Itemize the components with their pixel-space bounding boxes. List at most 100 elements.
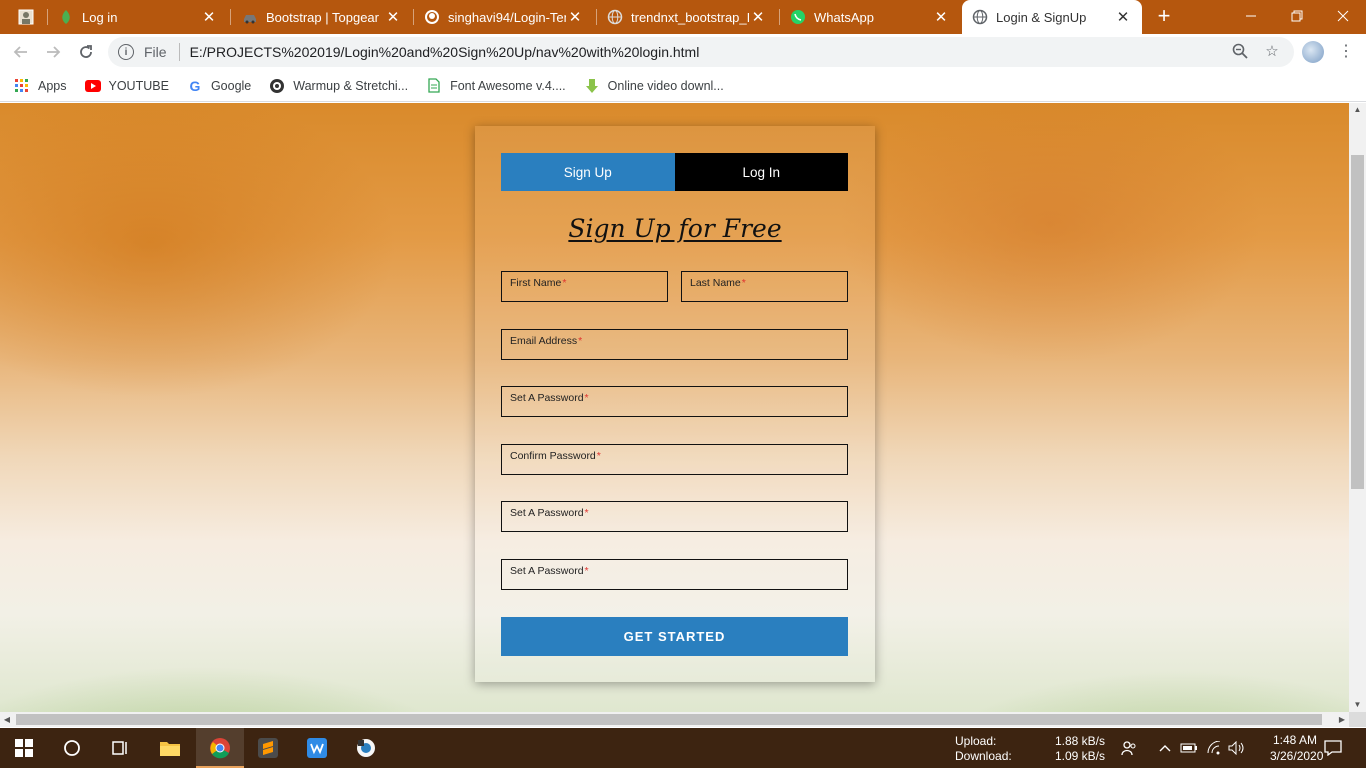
url-text[interactable]: E:/PROJECTS%202019/Login%20and%20Sign%20… xyxy=(190,44,700,60)
close-icon[interactable]: ✕ xyxy=(749,8,767,26)
tab-title: Login & SignUp xyxy=(996,9,1087,25)
info-icon[interactable]: i xyxy=(118,44,134,60)
windows-taskbar: Upload: 1.88 kB/s Download: 1.09 kB/s 1:48… xyxy=(0,728,1366,768)
start-button[interactable] xyxy=(0,728,48,768)
google-icon: G xyxy=(189,77,201,94)
download-icon xyxy=(584,78,600,94)
close-icon[interactable]: ✕ xyxy=(1114,8,1132,26)
back-button[interactable] xyxy=(10,41,32,63)
get-started-button[interactable]: GET STARTED xyxy=(501,617,848,656)
browser-tab-strip: Log in ✕ Bootstrap | Topgear ✕ singhavi9… xyxy=(0,0,1366,34)
sublime-text-icon xyxy=(258,738,278,758)
tab-title: Bootstrap | Topgear xyxy=(266,9,379,25)
chevron-up-icon[interactable] xyxy=(1155,738,1175,758)
close-icon[interactable]: ✕ xyxy=(932,8,950,26)
browser-tab-topgear[interactable]: Bootstrap | Topgear ✕ xyxy=(232,0,412,34)
bookmark-warmup[interactable]: Warmup & Stretchi... xyxy=(269,78,408,94)
bookmark-google[interactable]: G Google xyxy=(187,78,251,94)
search-circle-icon xyxy=(64,740,80,756)
bookmark-font-awesome[interactable]: Font Awesome v.4.... xyxy=(426,78,566,94)
last-name-field[interactable]: Last Name* xyxy=(681,271,848,302)
system-clock[interactable]: 1:48 AM 3/26/2020 xyxy=(1270,732,1324,764)
close-icon[interactable]: ✕ xyxy=(200,8,218,26)
tab-login[interactable]: Log In xyxy=(674,153,848,191)
task-view-icon xyxy=(112,741,127,755)
browser-tab-trendnxt[interactable]: trendnxt_bootstrap_I1 ✕ xyxy=(597,0,777,34)
bookmark-label: YOUTUBE xyxy=(108,78,169,93)
task-view-button[interactable] xyxy=(96,728,144,768)
scroll-up-icon[interactable]: ▲ xyxy=(1349,103,1366,117)
scroll-down-icon[interactable]: ▼ xyxy=(1349,698,1366,712)
zoom-icon[interactable] xyxy=(1231,42,1249,60)
warmup-icon xyxy=(269,78,285,94)
field-label: First Name* xyxy=(510,277,567,289)
tab-signup[interactable]: Sign Up xyxy=(501,153,675,191)
tab-title: singhavi94/Login-Tem xyxy=(448,9,566,25)
browser-tab-github[interactable]: singhavi94/Login-Tem ✕ xyxy=(414,0,594,34)
bookmark-youtube[interactable]: YOUTUBE xyxy=(84,78,169,94)
clock-date: 3/26/2020 xyxy=(1270,749,1324,763)
password-field-2[interactable]: Set A Password* xyxy=(501,501,848,532)
confirm-password-field[interactable]: Confirm Password* xyxy=(501,444,848,475)
scroll-right-icon[interactable]: ▶ xyxy=(1335,712,1349,727)
taskbar-sublime[interactable] xyxy=(244,728,292,768)
windows-logo-icon xyxy=(15,739,33,757)
new-tab-button[interactable]: + xyxy=(1153,5,1175,28)
taskbar-app[interactable] xyxy=(342,728,390,768)
search-button[interactable] xyxy=(48,728,96,768)
horizontal-scrollbar[interactable]: ◀ ▶ xyxy=(0,712,1349,727)
wifi-icon[interactable] xyxy=(1204,738,1224,758)
bookmark-star-icon[interactable]: ☆ xyxy=(1263,42,1281,60)
first-name-field[interactable]: First Name* xyxy=(501,271,668,302)
browser-tab-login[interactable]: Log in ✕ xyxy=(48,0,228,34)
browser-tab-login-signup[interactable]: Login & SignUp ✕ xyxy=(962,0,1142,34)
close-icon[interactable]: ✕ xyxy=(566,8,584,26)
field-label: Set A Password* xyxy=(510,565,589,577)
password-field[interactable]: Set A Password* xyxy=(501,386,848,417)
restore-icon xyxy=(1291,10,1303,22)
browser-tab-whatsapp[interactable]: WhatsApp ✕ xyxy=(780,0,960,34)
close-icon[interactable]: ✕ xyxy=(384,8,402,26)
email-field[interactable]: Email Address* xyxy=(501,329,848,360)
restore-button[interactable] xyxy=(1274,0,1320,32)
battery-icon[interactable] xyxy=(1179,738,1199,758)
taskbar-chrome[interactable] xyxy=(196,728,244,768)
password-field-3[interactable]: Set A Password* xyxy=(501,559,848,590)
volume-icon[interactable] xyxy=(1227,738,1247,758)
notifications-icon[interactable] xyxy=(1323,738,1343,758)
globe-icon xyxy=(972,9,988,25)
profile-avatar[interactable] xyxy=(1302,41,1324,63)
horizontal-scroll-thumb[interactable] xyxy=(16,714,1322,725)
vertical-scroll-thumb[interactable] xyxy=(1351,155,1364,489)
scrollbar-corner xyxy=(1349,712,1366,727)
close-window-button[interactable] xyxy=(1320,0,1366,32)
apps-grid-icon xyxy=(14,78,30,94)
taskbar-wps[interactable] xyxy=(293,728,341,768)
bookmark-label: Online video downl... xyxy=(607,78,724,93)
bookmark-apps[interactable]: Apps xyxy=(14,78,67,94)
field-label: Last Name* xyxy=(690,277,746,289)
taskbar-file-explorer[interactable] xyxy=(146,728,194,768)
vertical-scrollbar[interactable]: ▲ ▼ xyxy=(1349,103,1366,712)
github-icon xyxy=(424,9,440,25)
field-label: Email Address* xyxy=(510,335,583,347)
people-icon[interactable] xyxy=(1119,738,1139,758)
browser-tab-profile[interactable] xyxy=(8,0,46,34)
tab-title: trendnxt_bootstrap_I1 xyxy=(631,9,749,25)
reload-button[interactable] xyxy=(75,41,97,63)
bookmark-label: Warmup & Stretchi... xyxy=(293,78,409,93)
bookmark-video-downloader[interactable]: Online video downl... xyxy=(584,78,724,94)
leaf-icon xyxy=(58,9,74,25)
reload-icon xyxy=(80,45,92,58)
download-label: Download: xyxy=(955,749,1012,763)
address-bar[interactable]: i File E:/PROJECTS%202019/Login%20and%20… xyxy=(108,37,1294,67)
forward-button[interactable] xyxy=(42,41,64,63)
bookmark-label: Apps xyxy=(38,78,67,93)
signup-card: Sign Up Log In Sign Up for Free First Na… xyxy=(475,126,875,682)
upload-label: Upload: xyxy=(955,734,997,748)
menu-kebab-icon[interactable]: ⋮ xyxy=(1338,42,1354,62)
minimize-icon xyxy=(1246,15,1256,17)
scroll-left-icon[interactable]: ◀ xyxy=(0,712,14,727)
minimize-button[interactable] xyxy=(1228,0,1274,32)
browser-toolbar: i File E:/PROJECTS%202019/Login%20and%20… xyxy=(0,34,1366,70)
